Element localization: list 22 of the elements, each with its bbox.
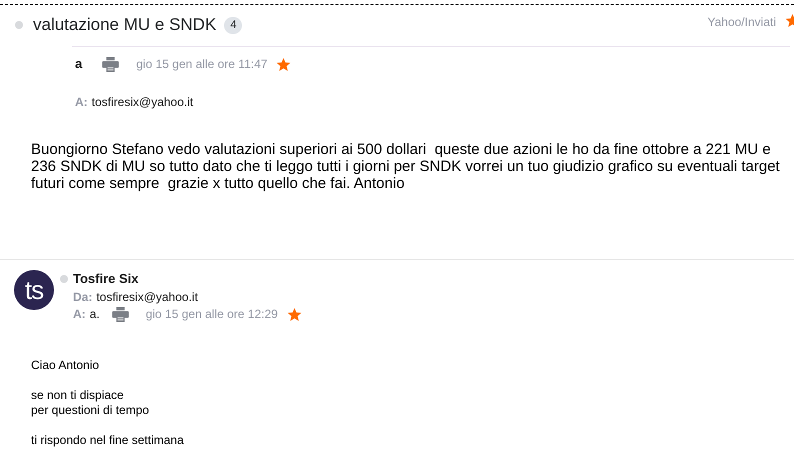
message-count-badge: 4 bbox=[224, 16, 242, 34]
message-body: Ciao Antonio bbox=[31, 358, 100, 373]
message-body: Buongiorno Stefano vedo valutazioni superiori ai 500 dollari queste due azioni le ho da fine ottobre a 221 MU e 236 SNDK di MU so tutto dato che ti leggo tutti i giorni per SNDK vorrei un tuo giudizio grafico su eventuali target futuri come sempre grazie x tutto quello che fai. Antonio bbox=[31, 141, 781, 192]
message-body: se non ti dispiace per questioni di tempo bbox=[31, 388, 150, 418]
sender-name: Tosfire Six bbox=[73, 270, 139, 288]
thread-subject: valutazione MU e SNDK bbox=[33, 14, 216, 36]
from-label: Da: bbox=[73, 288, 92, 305]
star-icon[interactable] bbox=[276, 56, 292, 72]
printer-icon[interactable] bbox=[112, 306, 129, 322]
message-date: gio 15 gen alle ore 11:47 bbox=[136, 56, 268, 73]
recipient-label: A: bbox=[73, 306, 86, 323]
star-icon[interactable] bbox=[286, 306, 302, 322]
printer-icon[interactable] bbox=[102, 56, 120, 72]
sender-address: tosfiresix@yahoo.it bbox=[96, 288, 198, 305]
recipient-label: A: bbox=[75, 94, 88, 111]
sender-name: a bbox=[75, 55, 82, 74]
message-date: gio 15 gen alle ore 12:29 bbox=[146, 306, 278, 323]
message-body: ti rispondo nel fine settimana bbox=[31, 433, 185, 448]
recipient-address: tosfiresix@yahoo.it bbox=[92, 94, 194, 111]
folder-label: Yahoo/Inviati bbox=[708, 14, 776, 31]
recipient-address: a. bbox=[90, 306, 100, 323]
avatar-initials: ts bbox=[24, 277, 44, 303]
